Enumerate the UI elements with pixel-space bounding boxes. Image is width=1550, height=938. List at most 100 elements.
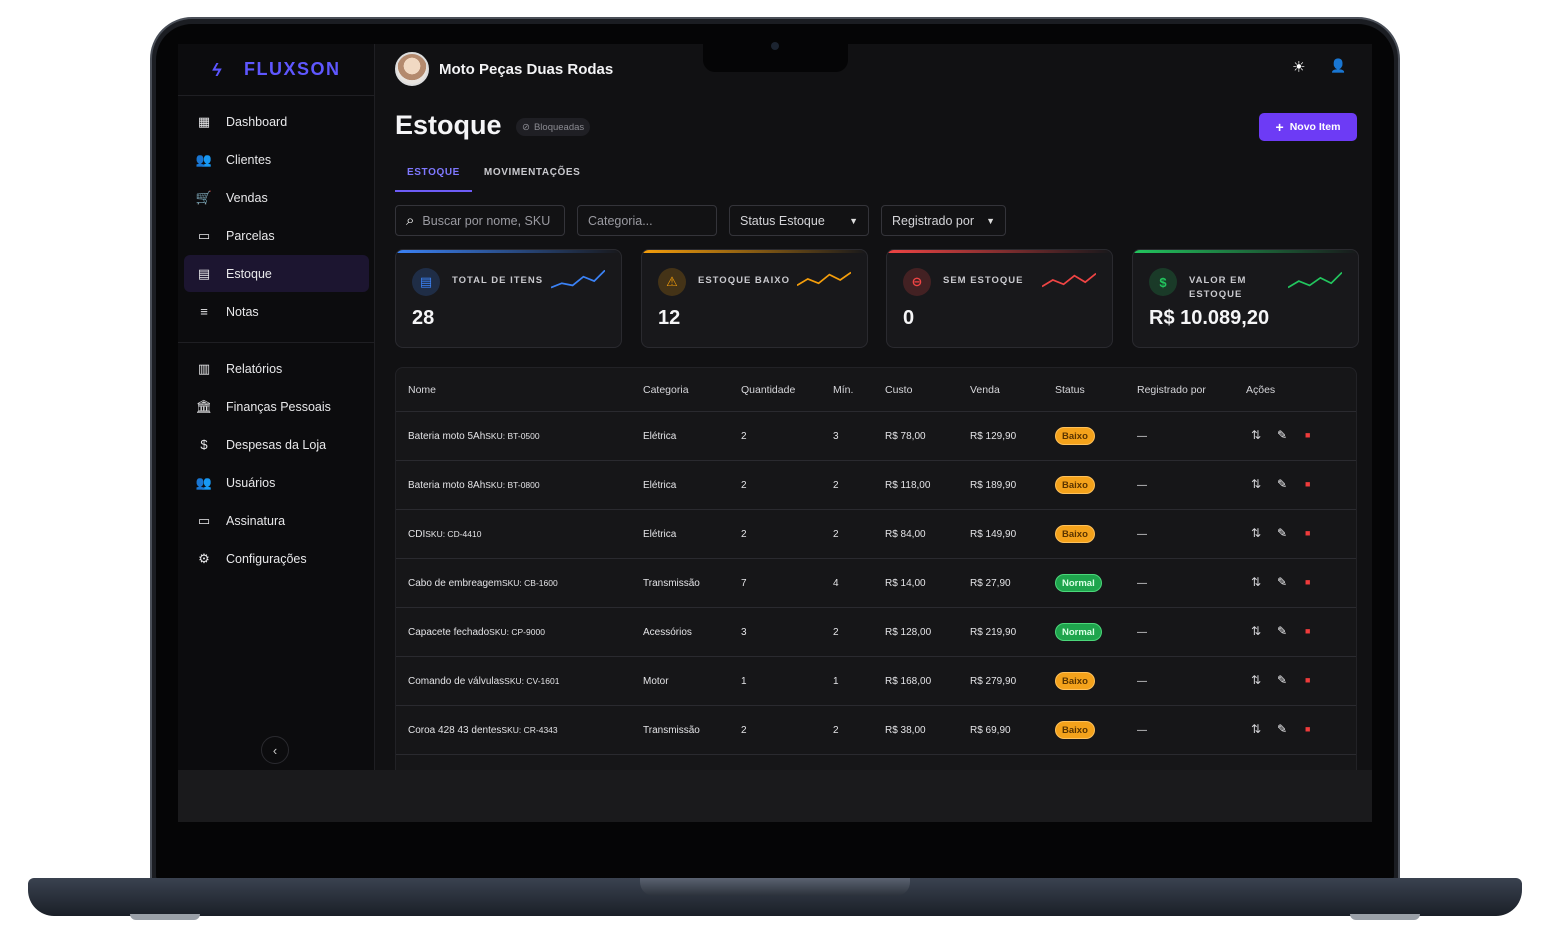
- status-select[interactable]: Status Estoque ▼: [729, 205, 869, 236]
- registered-by-select[interactable]: Registrado por ▼: [881, 205, 1006, 236]
- tab-movimentacoes[interactable]: MOVIMENTAÇÕES: [472, 162, 593, 192]
- table-row[interactable]: Bateria moto 5AhSKU: BT-0500 Elétrica 2 3 R$…: [396, 412, 1356, 461]
- move-stock-icon[interactable]: ⇅: [1251, 624, 1261, 638]
- column-header[interactable]: Categoria: [643, 384, 689, 396]
- laptop-frame: ϟ FLUXSON ▦ Dashboard 👥 Clientes 🛒 Vendas ▭ Par…: [0, 0, 1550, 938]
- sidebar-item-vendas[interactable]: 🛒 Vendas: [184, 179, 369, 216]
- sidebar-item-parcelas[interactable]: ▭ Parcelas: [184, 217, 369, 254]
- nav-icon: ▤: [197, 265, 211, 281]
- column-header[interactable]: Nome: [408, 384, 436, 396]
- sale-cell: R$ 219,90: [970, 627, 1017, 638]
- sparkline: [551, 270, 605, 289]
- category-input[interactable]: Categoria...: [577, 205, 717, 236]
- table-row[interactable]: Coroa 428 43 dentesSKU: CR-4343 Transmiss…: [396, 706, 1356, 755]
- sidebar-item-notas[interactable]: ≡ Notas: [184, 293, 369, 330]
- item-sku: SKU: CD-4410: [425, 529, 482, 539]
- delete-icon[interactable]: ■: [1305, 675, 1310, 685]
- column-header[interactable]: Quantidade: [741, 384, 795, 396]
- sidebar-item-assinatura[interactable]: ▭ Assinatura: [184, 502, 369, 539]
- stat-card[interactable]: ⚠ ESTOQUE BAIXO 12: [641, 249, 868, 348]
- edit-icon[interactable]: ✎: [1277, 428, 1287, 442]
- item-name-cell: Cabo de embreagemSKU: CB-1600: [408, 578, 558, 589]
- edit-icon[interactable]: ✎: [1277, 624, 1287, 638]
- min-cell: 2: [833, 627, 839, 638]
- sidebar-item-label: Despesas da Loja: [226, 437, 327, 452]
- table-row[interactable]: Capacete fechadoSKU: CP-9000 Acessórios 3 2…: [396, 608, 1356, 657]
- delete-icon[interactable]: ■: [1305, 724, 1310, 734]
- sidebar-item-configurações[interactable]: ⚙ Configurações: [184, 540, 369, 577]
- column-header[interactable]: Mín.: [833, 384, 853, 396]
- user-menu-icon[interactable]: 👤: [1330, 58, 1346, 74]
- stock-table: Nome Categoria Quantidade Mín. Custo Venda Sta…: [395, 367, 1357, 787]
- registered-cell: —: [1137, 676, 1147, 687]
- sidebar-item-dashboard[interactable]: ▦ Dashboard: [184, 103, 369, 140]
- search-input[interactable]: ⌕ Buscar por nome, SKU: [395, 205, 565, 236]
- table-row[interactable]: Comando de válvulasSKU: CV-1601 Motor 1 1 R$…: [396, 657, 1356, 706]
- delete-icon[interactable]: ■: [1305, 577, 1310, 587]
- stat-card[interactable]: ⊖ SEM ESTOQUE 0: [886, 249, 1113, 348]
- collapse-sidebar-button[interactable]: ‹: [261, 736, 289, 764]
- status-badge: Baixo: [1055, 672, 1095, 690]
- edit-icon[interactable]: ✎: [1277, 722, 1287, 736]
- sidebar-item-despesas-da-loja[interactable]: $ Despesas da Loja: [184, 426, 369, 463]
- registered-cell: —: [1137, 627, 1147, 638]
- move-stock-icon[interactable]: ⇅: [1251, 722, 1261, 736]
- sidebar-item-label: Parcelas: [226, 228, 275, 243]
- item-name: Bateria moto 5Ah: [408, 431, 486, 442]
- sidebar-item-label: Assinatura: [226, 513, 286, 528]
- column-header[interactable]: Custo: [885, 384, 912, 396]
- table-row[interactable]: Bateria moto 8AhSKU: BT-0800 Elétrica 2 2 R$…: [396, 461, 1356, 510]
- column-header[interactable]: Venda: [970, 384, 1000, 396]
- sidebar-item-label: Dashboard: [226, 114, 288, 129]
- move-stock-icon[interactable]: ⇅: [1251, 673, 1261, 687]
- card-value: R$ 10.089,20: [1149, 307, 1270, 329]
- delete-icon[interactable]: ■: [1305, 430, 1310, 440]
- status-badge: Normal: [1055, 574, 1102, 592]
- quantity-cell: 2: [741, 431, 747, 442]
- table-row[interactable]: Cabo de embreagemSKU: CB-1600 Transmissão…: [396, 559, 1356, 608]
- delete-icon[interactable]: ■: [1305, 479, 1310, 489]
- card-accent-bar: [1133, 250, 1358, 253]
- table-row[interactable]: CDISKU: CD-4410 Elétrica 2 2 R$ 84,00 R$ 149,…: [396, 510, 1356, 559]
- sidebar-item-clientes[interactable]: 👥 Clientes: [184, 141, 369, 178]
- column-header[interactable]: Registrado por: [1137, 384, 1206, 396]
- edit-icon[interactable]: ✎: [1277, 575, 1287, 589]
- move-stock-icon[interactable]: ⇅: [1251, 575, 1261, 589]
- sidebar-item-finanças-pessoais[interactable]: 🏛 Finanças Pessoais: [184, 388, 369, 425]
- move-stock-icon[interactable]: ⇅: [1251, 477, 1261, 491]
- blocked-chip[interactable]: ⊘ Bloqueadas: [516, 118, 591, 136]
- category-placeholder: Categoria...: [588, 213, 653, 228]
- stat-card[interactable]: $ VALOR EM ESTOQUE R$ 10.089,20: [1132, 249, 1359, 348]
- main-content: Estoque ⊘ Bloqueadas + Novo Item ESTOQUE…: [375, 94, 1372, 787]
- column-header[interactable]: Status: [1055, 384, 1085, 396]
- registered-cell: —: [1137, 578, 1147, 589]
- cost-cell: R$ 168,00: [885, 676, 932, 687]
- card-value: 0: [903, 307, 915, 329]
- edit-icon[interactable]: ✎: [1277, 526, 1287, 540]
- cost-cell: R$ 84,00: [885, 529, 926, 540]
- move-stock-icon[interactable]: ⇅: [1251, 526, 1261, 540]
- min-cell: 2: [833, 480, 839, 491]
- delete-icon[interactable]: ■: [1305, 528, 1310, 538]
- min-cell: 2: [833, 725, 839, 736]
- status-badge: Normal: [1055, 623, 1102, 641]
- tab-estoque[interactable]: ESTOQUE: [395, 162, 472, 192]
- sidebar-item-relatórios[interactable]: ▥ Relatórios: [184, 350, 369, 387]
- move-stock-icon[interactable]: ⇅: [1251, 428, 1261, 442]
- column-header[interactable]: Ações: [1246, 384, 1275, 396]
- cost-cell: R$ 118,00: [885, 480, 931, 491]
- theme-toggle-icon[interactable]: ☀: [1292, 58, 1305, 76]
- edit-icon[interactable]: ✎: [1277, 673, 1287, 687]
- nav-icon: 🏛: [195, 398, 213, 414]
- sidebar-item-usuários[interactable]: 👥 Usuários: [184, 464, 369, 501]
- stat-card[interactable]: ▤ TOTAL DE ITENS 28: [395, 249, 622, 348]
- quantity-cell: 3: [741, 627, 747, 638]
- brand[interactable]: ϟ FLUXSON: [178, 44, 375, 96]
- sidebar-item-estoque[interactable]: ▤ Estoque: [184, 255, 369, 292]
- edit-icon[interactable]: ✎: [1277, 477, 1287, 491]
- new-item-button[interactable]: + Novo Item: [1259, 113, 1357, 141]
- card-accent-bar: [396, 250, 621, 253]
- delete-icon[interactable]: ■: [1305, 626, 1310, 636]
- min-cell: 3: [833, 431, 839, 442]
- company-avatar[interactable]: [395, 52, 429, 86]
